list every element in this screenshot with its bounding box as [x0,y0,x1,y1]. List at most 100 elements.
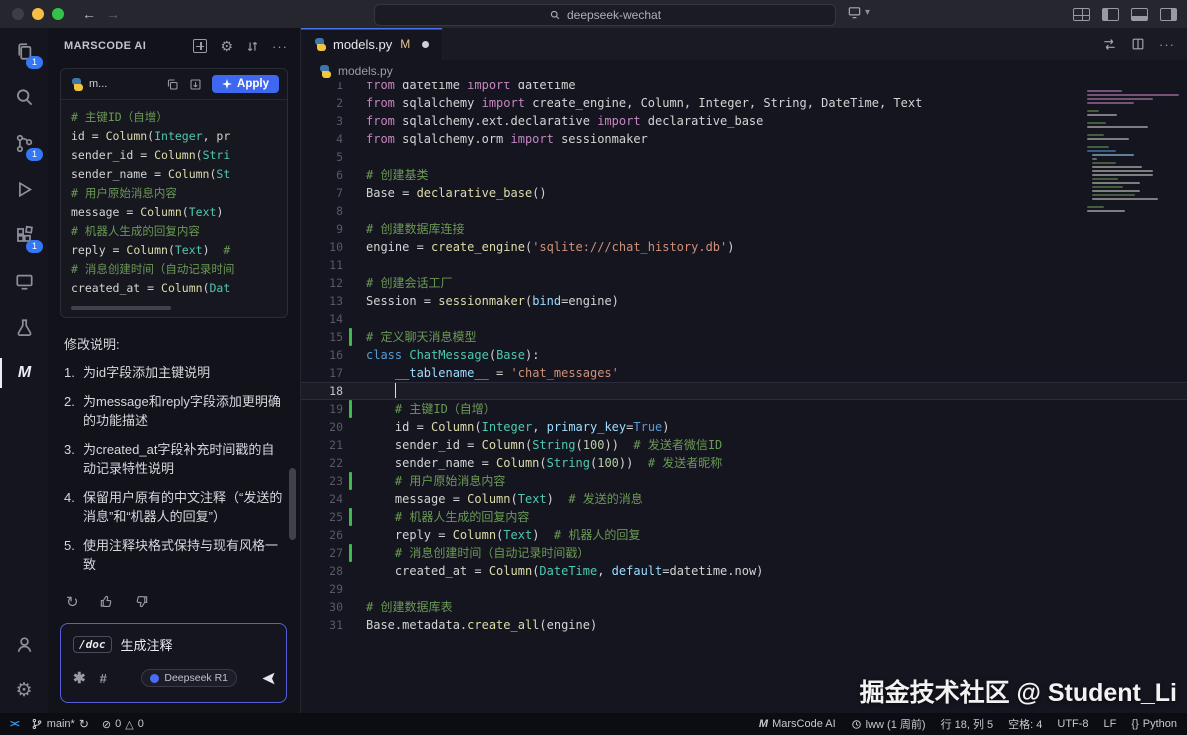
code-line[interactable]: 27 # 消息创建时间（自动记录时间戳） [301,544,1187,562]
unsaved-dot-icon[interactable] [422,41,429,48]
maximize-button[interactable] [52,8,64,20]
code-lines: 1from datetime import datetime2from sqla… [301,82,1187,634]
sort-icon[interactable] [246,40,259,53]
suggestion-header: m... Apply [61,69,287,100]
close-button[interactable] [12,8,24,20]
code-line[interactable]: 20 id = Column(Integer, primary_key=True… [301,418,1187,436]
thumbs-up-icon[interactable] [99,594,114,609]
open-changes-icon[interactable] [1102,37,1117,52]
split-editor-icon[interactable] [1131,37,1145,51]
sidebar-item-search[interactable] [0,74,48,120]
snippet-code[interactable]: # 主键ID（自增）id = Column(Integer, prsender_… [61,100,287,300]
code-line[interactable]: 16class ChatMessage(Base): [301,346,1187,364]
snippet-scrollbar[interactable] [71,306,171,310]
code-line[interactable]: 8 [301,202,1187,220]
skills-icon[interactable]: ✱ [73,669,86,687]
thumbs-down-icon[interactable] [134,594,149,609]
activity-bar: 1 1 1 M [0,28,49,713]
encoding[interactable]: UTF-8 [1057,718,1088,730]
prompt-text: 生成注释 [121,635,173,654]
code-line[interactable]: 18 [301,382,1187,400]
marscode-status[interactable]: M MarsCode AI [759,718,836,730]
indentation[interactable]: 空格: 4 [1008,716,1042,732]
sidebar-item-remote-explorer[interactable] [0,258,48,304]
tab-models-py[interactable]: models.py M [301,28,443,60]
context-hash-icon[interactable]: # [100,671,107,686]
regenerate-icon[interactable]: ↻ [66,593,79,611]
code-line[interactable]: 25 # 机器人生成的回复内容 [301,508,1187,526]
toggle-panel-icon[interactable] [1131,8,1148,21]
apply-button[interactable]: Apply [212,75,279,93]
code-line[interactable]: 19 # 主键ID（自增） [301,400,1187,418]
code-line[interactable]: 24 message = Column(Text) # 发送的消息 [301,490,1187,508]
marscode-logo-icon: M [759,718,768,730]
code-line[interactable]: 11 [301,256,1187,274]
copy-icon[interactable] [166,78,179,91]
cursor-position[interactable]: 行 18, 列 5 [941,716,994,732]
more-icon[interactable]: ··· [272,39,288,54]
minimap[interactable] [1081,82,1185,713]
forward-button[interactable]: → [106,6,120,22]
minimize-button[interactable] [32,8,44,20]
remote-indicator-icon[interactable]: >< [10,719,18,730]
code-line[interactable]: 12# 创建会话工厂 [301,274,1187,292]
code-line[interactable]: 15# 定义聊天消息模型 [301,328,1187,346]
code-line[interactable]: 21 sender_id = Column(String(100)) # 发送者… [301,436,1187,454]
snippet-line: # 用户原始消息内容 [71,184,287,203]
sidebar-item-testing[interactable] [0,304,48,350]
code-line[interactable]: 1from datetime import datetime [301,82,1187,94]
breadcrumb[interactable]: models.py [301,60,1187,82]
gear-icon: ⚙ [15,681,32,700]
code-line[interactable]: 30# 创建数据库表 [301,598,1187,616]
settings-button[interactable]: ⚙ [0,667,48,713]
code-line[interactable]: 4from sqlalchemy.orm import sessionmaker [301,130,1187,148]
language-mode[interactable]: {} Python [1131,718,1177,730]
toggle-secondary-sidebar-icon[interactable] [1160,8,1177,21]
gear-icon[interactable]: ⚙ [220,39,233,53]
chat-input-box[interactable]: /doc 生成注释 ✱ # Deepseek R1 [60,623,287,703]
slash-command-badge[interactable]: /doc [73,636,112,653]
code-line[interactable]: 10engine = create_engine('sqlite:///chat… [301,238,1187,256]
code-line[interactable]: 29 [301,580,1187,598]
branch-status[interactable]: main* ↻ [31,717,89,731]
grid-layout-icon[interactable] [1073,8,1090,21]
sidebar-item-run-debug[interactable] [0,166,48,212]
problems-status[interactable]: ⊘ 0 △ 0 [102,718,144,731]
code-line[interactable]: 2from sqlalchemy import create_engine, C… [301,94,1187,112]
code-line[interactable]: 17 __tablename__ = 'chat_messages' [301,364,1187,382]
back-button[interactable]: ← [82,6,96,22]
eol[interactable]: LF [1104,718,1117,730]
clock-icon [851,719,862,730]
new-chat-icon[interactable] [193,39,207,53]
command-center-search[interactable]: deepseek-wechat [374,4,836,26]
toggle-sidebar-icon[interactable] [1102,8,1119,21]
git-modified-badge: M [400,37,410,51]
code-line[interactable]: 14 [301,310,1187,328]
code-line[interactable]: 23 # 用户原始消息内容 [301,472,1187,490]
screen-share-icon[interactable]: ▾ [846,5,870,20]
code-line[interactable]: 13Session = sessionmaker(bind=engine) [301,292,1187,310]
account-button[interactable] [0,621,48,667]
code-line[interactable]: 9# 创建数据库连接 [301,220,1187,238]
sidebar-item-marscode-ai[interactable]: M [0,350,48,396]
suggestion-file-tab[interactable]: m... [69,78,156,91]
sidebar-item-extensions[interactable]: 1 [0,212,48,258]
code-line[interactable]: 26 reply = Column(Text) # 机器人的回复 [301,526,1187,544]
code-line[interactable]: 3from sqlalchemy.ext.declarative import … [301,112,1187,130]
sidebar-scrollbar[interactable] [289,468,296,540]
blame-status[interactable]: lww (1 周前) [851,716,926,732]
more-actions-icon[interactable]: ··· [1159,37,1175,52]
code-line[interactable]: 7Base = declarative_base() [301,184,1187,202]
sidebar-item-source-control[interactable]: 1 [0,120,48,166]
sidebar-item-explorer[interactable]: 1 [0,28,48,74]
code-editor[interactable]: 1from datetime import datetime2from sqla… [301,82,1187,713]
code-line[interactable]: 28 created_at = Column(DateTime, default… [301,562,1187,580]
code-line[interactable]: 5 [301,148,1187,166]
braces-icon: {} [1131,718,1138,730]
insert-code-icon[interactable] [189,78,202,91]
code-line[interactable]: 31Base.metadata.create_all(engine) [301,616,1187,634]
model-selector[interactable]: Deepseek R1 [141,669,237,687]
send-icon[interactable] [261,671,276,686]
code-line[interactable]: 6# 创建基类 [301,166,1187,184]
code-line[interactable]: 22 sender_name = Column(String(100)) # 发… [301,454,1187,472]
